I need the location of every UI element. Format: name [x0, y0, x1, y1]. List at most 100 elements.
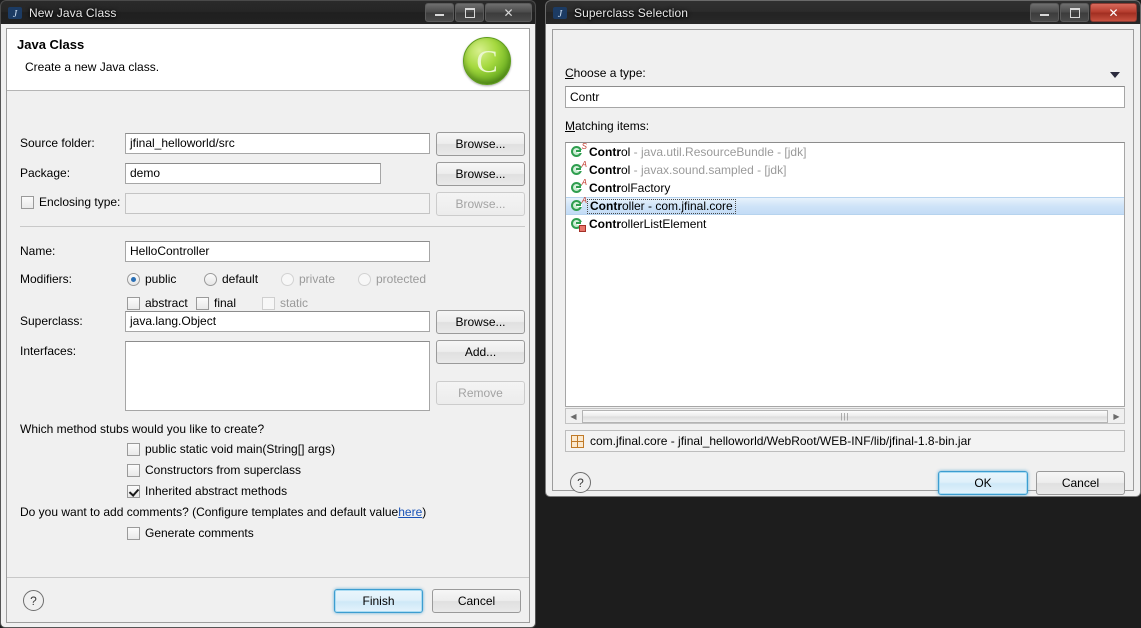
comments-question-prefix: Do you want to add comments? (Configure …: [20, 505, 399, 519]
public-label: public: [145, 272, 177, 286]
new-java-class-window-controls: ✕: [424, 3, 532, 22]
superclass-selection-window-controls: ✕: [1029, 3, 1137, 22]
stub-constructors-row[interactable]: Constructors from superclass: [127, 463, 301, 477]
choose-type-mnemonic: C: [565, 66, 574, 80]
generate-comments-label: Generate comments: [145, 526, 254, 540]
superclass-selection-content: Choose a type: Contr Matching items: S C…: [552, 29, 1134, 495]
new-java-class-titlebar[interactable]: J New Java Class ✕: [0, 0, 536, 24]
constructors-checkbox[interactable]: [127, 463, 140, 477]
close-icon[interactable]: ✕: [485, 3, 532, 22]
choose-type-label-wrap: Choose a type:: [565, 66, 646, 80]
svg-text:J: J: [13, 9, 18, 20]
modifiers-label: Modifiers:: [20, 272, 73, 286]
list-item-rest: ol: [621, 163, 631, 177]
list-item-rest: ollerListElement: [621, 217, 707, 231]
choose-type-label-rest: hoose a type:: [573, 66, 646, 80]
interfaces-label-wrap: Interfaces:: [20, 344, 76, 358]
inherited-abstract-label: Inherited abstract methods: [145, 484, 288, 498]
superclass-selection-body: Choose a type: Contr Matching items: S C…: [545, 24, 1141, 497]
list-item-match: Contr: [589, 145, 621, 159]
minimize-icon[interactable]: [1030, 3, 1059, 22]
ok-button[interactable]: OK: [938, 471, 1028, 495]
abstract-checkbox[interactable]: [127, 296, 140, 310]
matching-items-mnemonic: M: [565, 119, 575, 133]
list-item-rest: olFactory: [621, 181, 671, 195]
enclosing-type-browse-button: Browse...: [436, 192, 525, 216]
java-class-logo: [463, 37, 511, 85]
list-item-selected[interactable]: A Controller - com.jfinal.core: [566, 197, 1124, 215]
enclosing-type-checkbox[interactable]: [21, 195, 34, 209]
maximize-icon[interactable]: [455, 3, 484, 22]
finish-button[interactable]: Finish: [334, 589, 423, 613]
stub-main-row[interactable]: public static void main(String[] args): [127, 442, 335, 456]
generate-comments-checkbox[interactable]: [127, 526, 140, 540]
package-browse-button[interactable]: Browse...: [436, 162, 525, 186]
interfaces-add-button[interactable]: Add...: [436, 340, 525, 364]
list-item-label: ControllerListElement: [589, 217, 706, 231]
maximize-icon[interactable]: [1060, 3, 1089, 22]
main-method-checkbox[interactable]: [127, 442, 140, 456]
chevron-right-icon[interactable]: ▶: [1109, 409, 1124, 423]
list-item[interactable]: A ControlFactory: [566, 179, 1124, 197]
chevron-left-icon[interactable]: ◀: [566, 409, 581, 423]
public-radio[interactable]: [127, 272, 140, 286]
package-input[interactable]: demo: [125, 163, 381, 184]
hscrollbar-thumb[interactable]: |||: [582, 409, 1108, 423]
matching-items-hscrollbar[interactable]: ◀ ||| ▶: [565, 408, 1125, 424]
name-input[interactable]: HelloController: [125, 241, 430, 262]
class-icon-badge: S: [581, 142, 587, 151]
final-checkbox[interactable]: [196, 296, 209, 310]
minimize-icon[interactable]: [425, 3, 454, 22]
list-item[interactable]: S Control - java.util.ResourceBundle - […: [566, 143, 1124, 161]
superclass-browse-button[interactable]: Browse...: [436, 310, 525, 334]
source-folder-label-wrap: Source folder:: [20, 136, 95, 150]
modifier-radio-public[interactable]: public: [127, 272, 176, 286]
list-item-package: - java.util.ResourceBundle - [jdk]: [630, 145, 807, 159]
protected-label: protected: [376, 272, 427, 286]
cancel-button[interactable]: Cancel: [432, 589, 521, 613]
class-icon: A: [570, 196, 587, 214]
list-item-rest: oller - com.jfinal.core: [622, 198, 733, 213]
modifier-check-final[interactable]: final: [196, 296, 236, 310]
new-java-class-body: Java Class Create a new Java class. Sour…: [0, 24, 536, 628]
cancel-button[interactable]: Cancel: [1036, 471, 1125, 495]
modifier-radio-default[interactable]: default: [204, 272, 258, 286]
interfaces-remove-button: Remove: [436, 381, 525, 405]
protected-radio: [358, 272, 371, 286]
close-icon[interactable]: ✕: [1090, 3, 1137, 22]
enclosing-type-row[interactable]: Enclosing type:: [21, 195, 120, 209]
modifier-check-static: static: [262, 296, 308, 310]
class-icon-badge: A: [581, 196, 587, 205]
new-java-class-window: J New Java Class ✕ Java Class Create a n…: [0, 0, 536, 628]
private-label: private: [299, 272, 336, 286]
search-input[interactable]: Contr: [565, 86, 1125, 108]
list-item-match: Contr: [590, 198, 622, 213]
superclass-selection-titlebar[interactable]: J Superclass Selection ✕: [545, 0, 1141, 24]
list-item-label: Control - javax.sound.sampled - [jdk]: [589, 163, 786, 177]
list-item-rest: ol: [621, 145, 631, 159]
enclosing-type-input[interactable]: [125, 193, 430, 214]
default-radio[interactable]: [204, 272, 217, 286]
list-item[interactable]: ControllerListElement: [566, 215, 1124, 233]
new-java-class-content: Java Class Create a new Java class. Sour…: [6, 28, 530, 623]
page-title: Java Class: [17, 37, 85, 52]
help-icon[interactable]: ?: [23, 590, 44, 611]
inherited-abstract-checkbox[interactable]: [127, 484, 140, 498]
source-folder-browse-button[interactable]: Browse...: [436, 132, 525, 156]
name-label: Name:: [20, 244, 56, 258]
configure-templates-link[interactable]: here: [398, 505, 422, 519]
package-jar-icon: [571, 434, 584, 448]
chevron-down-icon[interactable]: [1110, 72, 1120, 78]
stub-inherited-row[interactable]: Inherited abstract methods: [127, 484, 287, 498]
help-icon[interactable]: ?: [570, 472, 591, 493]
source-folder-input[interactable]: jfinal_helloworld/src: [125, 133, 430, 154]
matching-items-list[interactable]: S Control - java.util.ResourceBundle - […: [565, 142, 1125, 407]
interfaces-list[interactable]: [125, 341, 430, 411]
source-folder-label: Source folder:: [20, 136, 95, 150]
generate-comments-row[interactable]: Generate comments: [127, 526, 254, 540]
list-item[interactable]: A Control - javax.sound.sampled - [jdk]: [566, 161, 1124, 179]
superclass-input[interactable]: java.lang.Object: [125, 311, 430, 332]
private-radio: [281, 272, 294, 286]
modifier-check-abstract[interactable]: abstract: [127, 296, 188, 310]
class-icon: A: [570, 161, 587, 178]
